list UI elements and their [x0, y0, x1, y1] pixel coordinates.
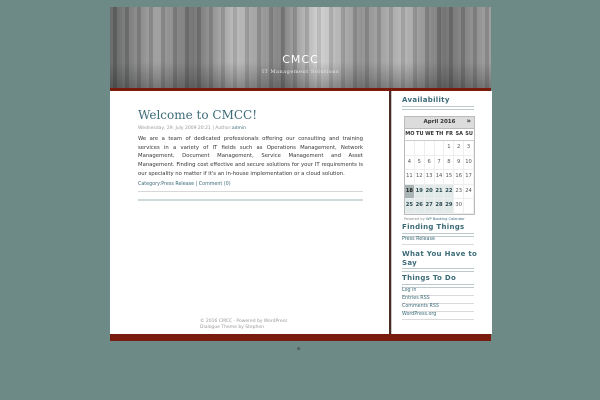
calendar-month: April 2016 — [423, 119, 456, 125]
calendar-day[interactable]: 7 — [434, 155, 445, 170]
calendar-credit-link[interactable]: WP Booking Calendar — [426, 217, 465, 221]
calendar-day[interactable]: 6 — [424, 155, 435, 170]
finding-things-link[interactable]: Press Release — [402, 237, 435, 242]
calendar-day[interactable]: 16 — [454, 170, 465, 185]
calendar-day[interactable]: 25 — [405, 199, 415, 214]
calendar-day[interactable]: 24 — [464, 184, 474, 199]
post-footer-links: Category:Press Release | Comment (0) — [138, 182, 231, 187]
calendar-weekday: WE — [424, 129, 435, 141]
footer-copyright: © 2016 CMCC · Powered by WordPress — [200, 319, 288, 324]
category-label: Category: — [138, 182, 162, 187]
calendar-day[interactable]: 10 — [464, 155, 474, 170]
wordpress-org-link[interactable]: WordPress.org — [402, 312, 436, 317]
finding-things-heading: Finding Things — [402, 223, 465, 231]
login-link[interactable]: Log in — [402, 288, 416, 293]
entries-rss-link[interactable]: Entries RSS — [402, 296, 430, 301]
calendar-day[interactable]: 19 — [414, 184, 425, 199]
calendar-day[interactable]: 29 — [444, 199, 455, 214]
calendar-weekday: TU — [414, 129, 425, 141]
calendar-day[interactable]: 18 — [405, 184, 415, 199]
things-to-do-heading: Things To Do — [402, 274, 457, 282]
calendar-credit: Powered by WP Booking Calendar — [404, 217, 465, 221]
calendar-day[interactable]: 26 — [414, 199, 425, 214]
calendar-grid: MO TU WE TH FR SA SU 1 2 3 4 5 6 7 8 9 10 11 12 13 14 15 16 17 1… — [405, 129, 474, 214]
post-date: Wednesday, 29. July 2009 20:21 — [138, 126, 211, 131]
calendar-header: April 2016 » — [405, 117, 474, 129]
calendar-day — [414, 141, 425, 156]
footer-border — [110, 334, 491, 341]
calendar-weekday: FR — [444, 129, 455, 141]
calendar-day[interactable]: 5 — [414, 155, 425, 170]
calendar-day[interactable]: 13 — [424, 170, 435, 185]
calendar-day — [434, 141, 445, 156]
main-content: Welcome to CMCC! Wednesday, 29. July 200… — [110, 91, 389, 334]
site-footer: © 2016 CMCC · Powered by WordPress Dialo… — [200, 319, 287, 330]
page-container: CMCC IT Management Solutions Welcome to … — [110, 7, 492, 341]
calendar-day[interactable]: 1 — [444, 141, 455, 156]
site-tagline: IT Management Solutions — [261, 69, 340, 75]
calendar-day[interactable]: 12 — [414, 170, 425, 185]
post-body: We are a team of dedicated professionals… — [138, 136, 363, 177]
what-you-have-rule — [402, 268, 474, 272]
site-title[interactable]: CMCC — [110, 53, 491, 66]
availability-calendar: April 2016 » MO TU WE TH FR SA SU 1 2 3 4 5 6 7 8 9 10 11… — [404, 116, 475, 215]
calendar-weekday: MO — [405, 129, 415, 141]
calendar-day[interactable]: 21 — [434, 184, 445, 199]
comments-rss-link[interactable]: Comments RSS — [402, 304, 439, 309]
calendar-weekday: SU — [464, 129, 474, 141]
calendar-weekday: TH — [434, 129, 445, 141]
calendar-day[interactable]: 2 — [454, 141, 465, 156]
what-you-have-heading: What You Have to Say — [402, 250, 478, 267]
post-author-label: | Author: — [212, 126, 232, 131]
post-author-link[interactable]: admin — [232, 126, 246, 131]
calendar-day — [405, 141, 415, 156]
post-divider-rule — [138, 199, 363, 201]
page-marker: a — [297, 346, 301, 352]
link-line — [402, 319, 474, 320]
sidebar: Availability April 2016 » MO TU WE TH FR SA SU… — [391, 91, 492, 334]
availability-rule — [402, 106, 474, 110]
calendar-day — [464, 199, 474, 214]
calendar-day[interactable]: 9 — [454, 155, 465, 170]
calendar-day[interactable]: 20 — [424, 184, 435, 199]
calendar-day[interactable]: 3 — [464, 141, 474, 156]
calendar-day[interactable]: 28 — [434, 199, 445, 214]
calendar-day[interactable]: 11 — [405, 170, 415, 185]
site-header: CMCC IT Management Solutions — [110, 7, 491, 88]
category-link[interactable]: Press Release — [161, 182, 194, 187]
calendar-day[interactable]: 4 — [405, 155, 415, 170]
calendar-day[interactable]: 30 — [454, 199, 465, 214]
finding-things-link-line — [402, 244, 474, 245]
post-separator — [138, 191, 363, 192]
post-title[interactable]: Welcome to CMCC! — [138, 108, 257, 122]
calendar-day[interactable]: 22 — [444, 184, 455, 199]
calendar-day[interactable]: 17 — [464, 170, 474, 185]
post-links-separator: | — [195, 182, 198, 187]
post-meta: Wednesday, 29. July 2009 20:21 | Author:… — [138, 126, 246, 131]
calendar-day[interactable]: 15 — [444, 170, 455, 185]
calendar-weekday: SA — [454, 129, 465, 141]
next-month-icon[interactable]: » — [466, 117, 471, 125]
calendar-day[interactable]: 23 — [454, 184, 465, 199]
calendar-day[interactable]: 8 — [444, 155, 455, 170]
comments-link[interactable]: Comment (0) — [199, 182, 231, 187]
calendar-credit-prefix: Powered by — [404, 217, 425, 221]
calendar-day — [424, 141, 435, 156]
calendar-day[interactable]: 14 — [434, 170, 445, 185]
calendar-day[interactable]: 27 — [424, 199, 435, 214]
availability-heading: Availability — [402, 96, 450, 104]
footer-theme-credit: Dialogue Theme by Stephen — [200, 324, 265, 330]
